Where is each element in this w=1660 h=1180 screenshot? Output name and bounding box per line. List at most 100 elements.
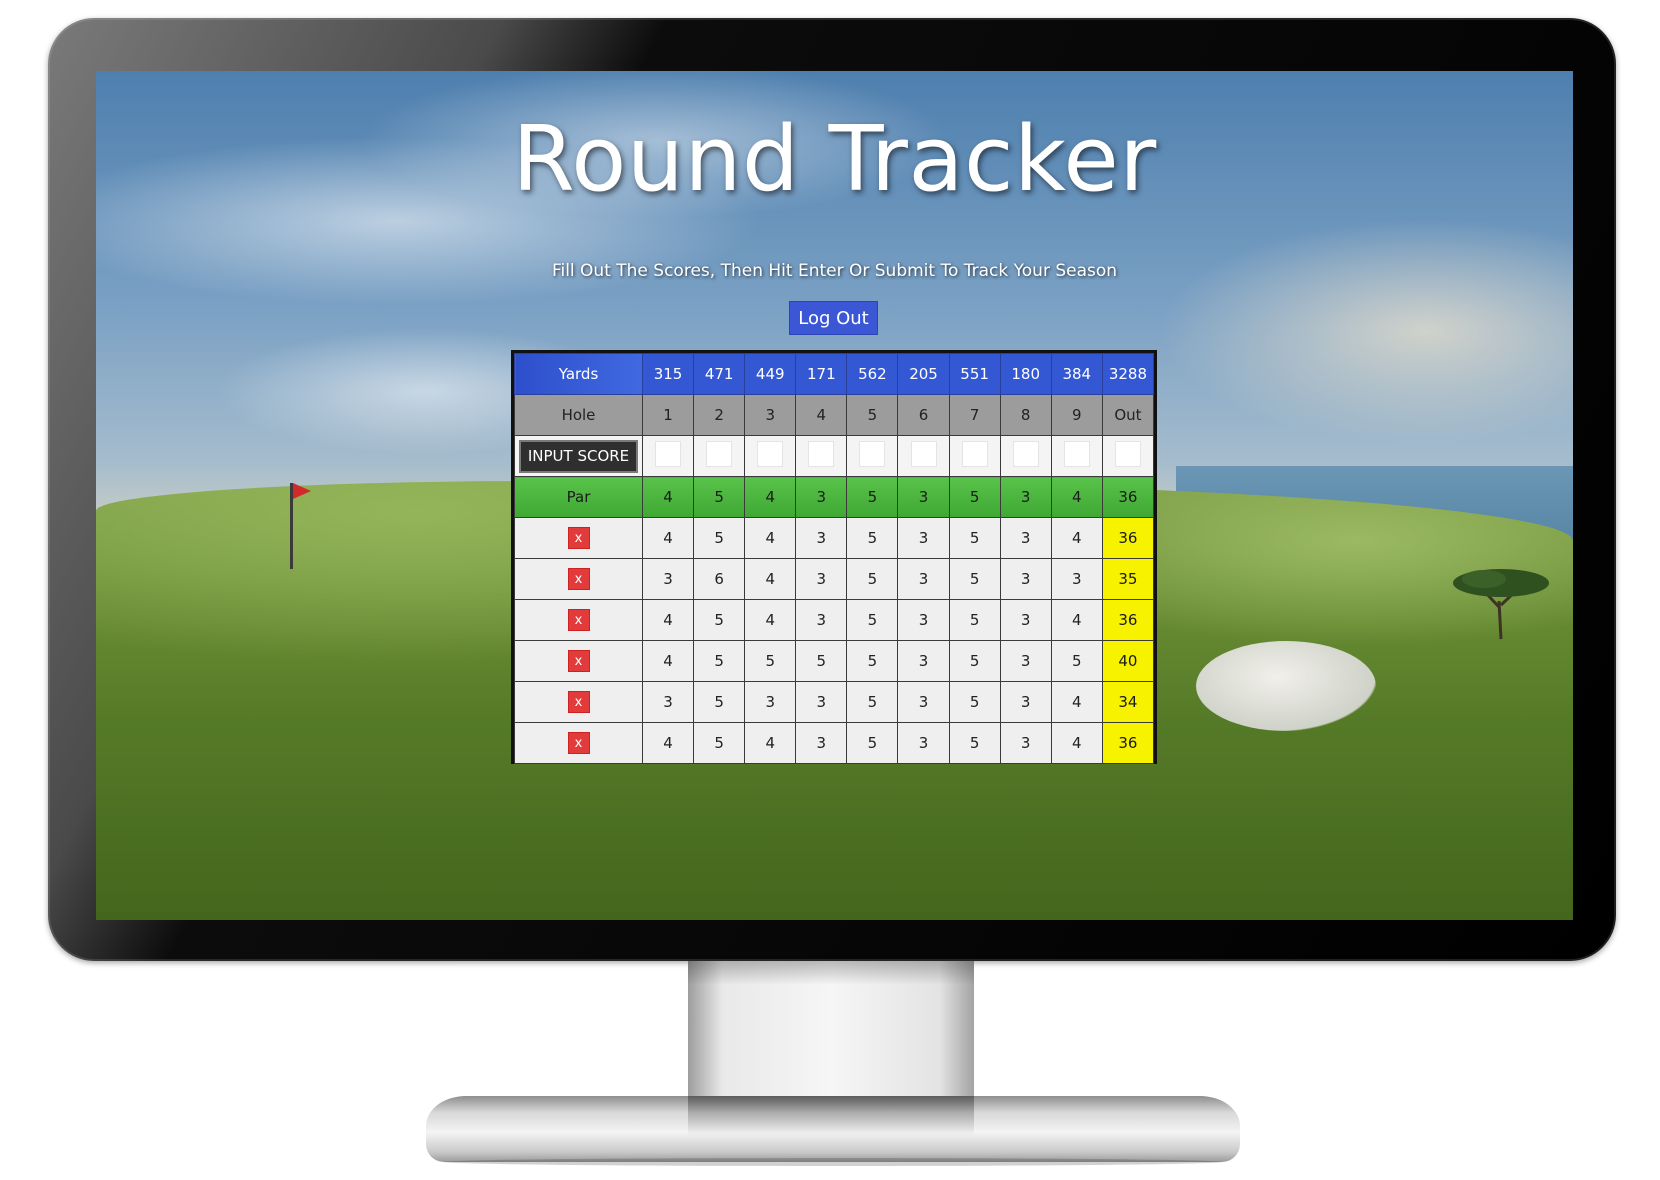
flag-icon	[293, 483, 311, 499]
par-total: 36	[1101, 476, 1155, 518]
round-row: x 4 5 4 3 5 3 5 3 4 36	[514, 599, 1155, 641]
delete-round-button[interactable]: x	[567, 732, 590, 754]
par-row: Par 4 5 4 3 5 3 5 3 4 36	[514, 476, 1155, 518]
round-score-cell: 4	[744, 599, 797, 641]
hole-label: Hole	[514, 394, 643, 436]
round-score-cell: 3	[999, 599, 1052, 641]
round-score-cell: 4	[744, 722, 797, 764]
hole-cell: 7	[948, 394, 1001, 436]
round-score-cell: 4	[641, 722, 695, 764]
yards-cell: 171	[795, 353, 848, 395]
par-cell: 4	[641, 476, 695, 518]
round-score-cell: 4	[641, 517, 695, 559]
round-score-cell: 5	[693, 681, 746, 723]
yards-cell: 471	[693, 353, 746, 395]
hole-cell: 9	[1050, 394, 1103, 436]
round-score-cell: 3	[999, 681, 1052, 723]
hole-cell: 8	[999, 394, 1052, 436]
round-score-cell: 5	[693, 722, 746, 764]
round-score-cell: 5	[948, 722, 1001, 764]
round-score-cell: 5	[948, 599, 1001, 641]
yards-cell: 180	[999, 353, 1052, 395]
input-score-button[interactable]: INPUT SCORE	[519, 439, 638, 473]
par-cell: 3	[795, 476, 848, 518]
round-score-cell: 5	[693, 599, 746, 641]
delete-round-button[interactable]: x	[567, 650, 590, 672]
logout-button[interactable]: Log Out	[789, 301, 878, 335]
score-input-hole-1[interactable]	[655, 441, 682, 467]
delete-round-button[interactable]: x	[567, 527, 590, 549]
delete-round-button[interactable]: x	[567, 568, 590, 590]
yards-cell: 315	[641, 353, 695, 395]
round-score-cell: 3	[897, 640, 950, 682]
score-input-hole-2[interactable]	[706, 441, 733, 467]
page-subtitle: Fill Out The Scores, Then Hit Enter Or S…	[551, 261, 1118, 281]
par-cell: 3	[897, 476, 950, 518]
round-score-cell: 5	[693, 640, 746, 682]
page-title: Round Tracker	[512, 107, 1157, 212]
yards-cell: 449	[744, 353, 797, 395]
round-row: x 4 5 4 3 5 3 5 3 4 36	[514, 517, 1155, 559]
hole-total-header: Out	[1101, 394, 1155, 436]
score-input-hole-4[interactable]	[808, 441, 835, 467]
round-score-cell: 5	[744, 640, 797, 682]
hole-row: Hole 1 2 3 4 5 6 7 8 9 Out	[514, 394, 1155, 436]
round-score-cell: 3	[897, 681, 950, 723]
round-score-cell: 3	[897, 722, 950, 764]
round-score-cell: 4	[1050, 517, 1103, 559]
par-cell: 5	[948, 476, 1001, 518]
round-score-cell: 4	[1050, 722, 1103, 764]
yards-label: Yards	[514, 353, 643, 395]
round-score-cell: 3	[999, 517, 1052, 559]
round-score-cell: 5	[948, 640, 1001, 682]
round-score-cell: 3	[897, 517, 950, 559]
par-label: Par	[514, 476, 643, 518]
yards-cell: 551	[948, 353, 1001, 395]
round-score-cell: 3	[999, 722, 1052, 764]
round-score-cell: 5	[948, 558, 1001, 600]
par-cell: 4	[1050, 476, 1103, 518]
round-score-cell: 5	[948, 517, 1001, 559]
round-score-cell: 3	[1050, 558, 1103, 600]
delete-round-button[interactable]: x	[567, 691, 590, 713]
round-score-cell: 5	[846, 558, 899, 600]
round-row: x 4 5 4 3 5 3 5 3 4 36	[514, 722, 1155, 764]
round-score-cell: 3	[999, 558, 1052, 600]
score-input-hole-8[interactable]	[1012, 441, 1039, 467]
delete-round-button[interactable]: x	[567, 609, 590, 631]
scorecard-table: Yards 315 471 449 171 562 205 551 180 38…	[514, 353, 1155, 764]
round-score-cell: 3	[641, 558, 695, 600]
score-input-total[interactable]	[1114, 441, 1141, 467]
score-input-hole-6[interactable]	[910, 441, 937, 467]
yards-cell: 562	[846, 353, 899, 395]
round-total-cell: 34	[1101, 681, 1155, 723]
round-row: x 3 5 3 3 5 3 5 3 4 34	[514, 681, 1155, 723]
hole-cell: 6	[897, 394, 950, 436]
scorecard: Yards 315 471 449 171 562 205 551 180 38…	[511, 350, 1157, 764]
round-score-cell: 5	[846, 517, 899, 559]
par-cell: 3	[999, 476, 1052, 518]
hole-cell: 4	[795, 394, 848, 436]
round-score-cell: 5	[846, 681, 899, 723]
round-total-cell: 40	[1101, 640, 1155, 682]
round-score-cell: 3	[897, 558, 950, 600]
hole-cell: 1	[641, 394, 695, 436]
round-score-cell: 3	[897, 599, 950, 641]
round-score-cell: 3	[795, 722, 848, 764]
score-input-hole-7[interactable]	[961, 441, 988, 467]
round-total-cell: 35	[1101, 558, 1155, 600]
score-input-hole-5[interactable]	[859, 441, 886, 467]
round-score-cell: 5	[846, 599, 899, 641]
round-score-cell: 5	[795, 640, 848, 682]
score-input-hole-3[interactable]	[757, 441, 784, 467]
score-input-hole-9[interactable]	[1063, 441, 1090, 467]
tree-icon	[1453, 569, 1549, 640]
round-score-cell: 4	[641, 599, 695, 641]
round-total-cell: 36	[1101, 517, 1155, 559]
round-score-cell: 3	[795, 558, 848, 600]
screen: Round Tracker Fill Out The Scores, Then …	[96, 71, 1573, 920]
round-score-cell: 3	[641, 681, 695, 723]
round-score-cell: 4	[744, 558, 797, 600]
round-score-cell: 3	[744, 681, 797, 723]
yards-row: Yards 315 471 449 171 562 205 551 180 38…	[514, 353, 1155, 395]
